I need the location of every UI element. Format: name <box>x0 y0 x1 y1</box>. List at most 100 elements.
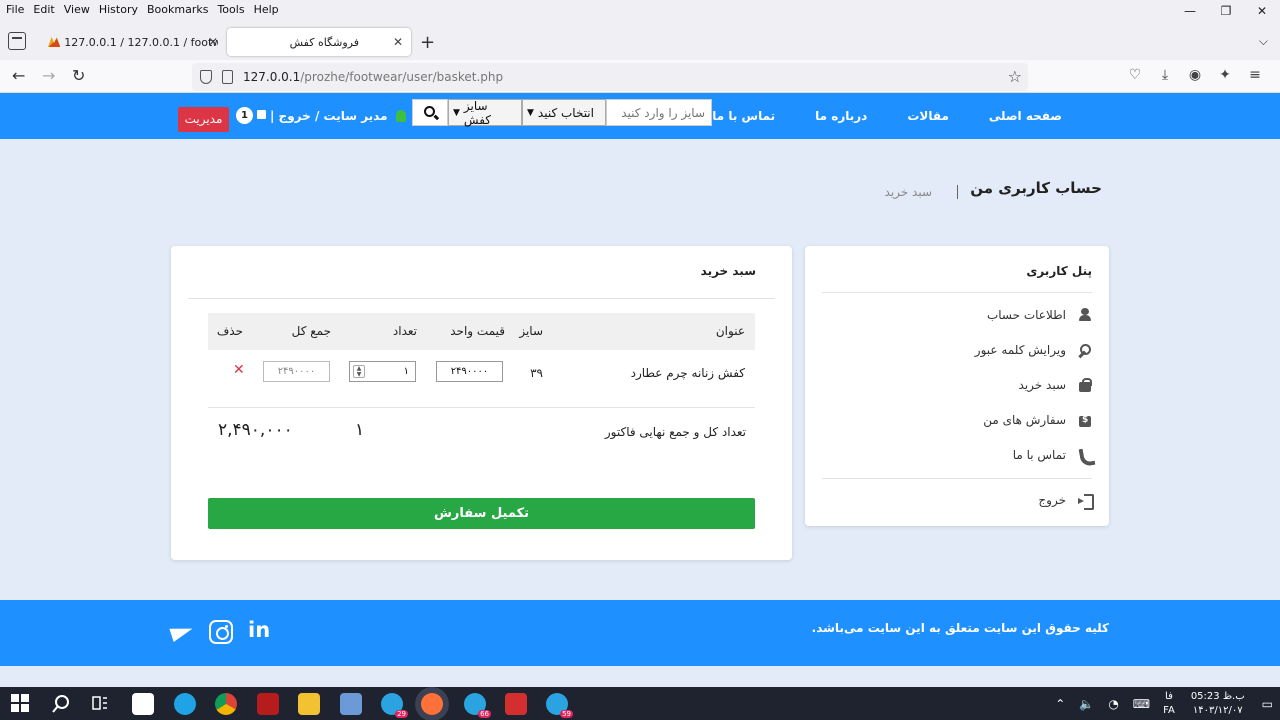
quantity-stepper[interactable]: ▲ ▼ ۱ <box>349 361 416 382</box>
windows-start-icon[interactable] <box>10 693 32 715</box>
delete-icon[interactable]: ✕ <box>233 362 245 378</box>
menu-bookmarks[interactable]: Bookmarks <box>147 3 208 16</box>
account-icon[interactable]: ◉ <box>1180 67 1210 83</box>
category-select-value: انتخاب کنید <box>537 105 594 120</box>
telegram-icon[interactable]: 59 <box>546 693 573 718</box>
shop-icon <box>1078 413 1092 427</box>
browser-toolbar: ♡ ⤓ ◉ ✦ ≡ <box>1120 67 1270 83</box>
search-button[interactable] <box>412 99 448 126</box>
telegram-icon[interactable]: 66 <box>464 693 491 718</box>
nav-contact[interactable]: تماس با ما <box>712 109 775 123</box>
sidebar-item-logout[interactable]: خروج <box>1038 493 1094 510</box>
user-icon <box>1078 308 1092 322</box>
menu-history[interactable]: History <box>99 3 138 16</box>
download-icon[interactable]: ⤓ <box>1150 67 1180 83</box>
tab-list-icon[interactable] <box>8 32 26 50</box>
notification-badge: 29 <box>395 710 408 718</box>
size-search-input[interactable] <box>606 99 712 126</box>
column-header-size: سایز <box>519 324 543 338</box>
forward-icon[interactable]: → <box>42 66 55 85</box>
nav-about[interactable]: درباره ما <box>815 109 867 123</box>
shield-icon[interactable] <box>200 70 212 84</box>
shoe-size-select-value: سایز کفش <box>463 98 492 127</box>
firefox-icon[interactable] <box>421 693 443 715</box>
sidebar-item-label: سبد خرید <box>1018 378 1066 392</box>
close-window-icon[interactable]: ✕ <box>1244 0 1280 24</box>
clock[interactable]: 05:23 ب.ظ ۱۴۰۳/۱۲/۰۷ <box>1191 690 1245 718</box>
acrobat-icon[interactable] <box>505 693 527 715</box>
breadcrumb-divider <box>957 185 958 199</box>
sidebar-item-orders[interactable]: سفارش های من <box>983 413 1092 427</box>
chevron-down-icon[interactable]: ⌵ <box>1259 34 1268 49</box>
user-box: 1 مدیر سایت / خروج | <box>236 107 406 124</box>
wifi-icon[interactable]: ◔ <box>1108 697 1118 711</box>
window-controls: — ❐ ✕ <box>1172 0 1280 24</box>
language-indicator[interactable]: فا FA <box>1163 690 1175 718</box>
navigation-bar: ← → ↻ 127.0.0.1/prozhe/footwear/user/bas… <box>0 60 1280 93</box>
cart-icon[interactable] <box>257 110 266 119</box>
stepper-arrows-icon[interactable]: ▲ ▼ <box>353 365 365 378</box>
url-bar[interactable]: 127.0.0.1/prozhe/footwear/user/basket.ph… <box>192 63 1028 91</box>
new-tab-icon[interactable]: + <box>420 32 435 53</box>
notifications-icon[interactable]: ▭ <box>1262 697 1273 711</box>
menu-file[interactable]: File <box>6 3 24 16</box>
tab-close-icon[interactable]: ✕ <box>208 35 218 49</box>
copyright-text: کلیه حقوق این سایت متعلق به این سایت می‌… <box>811 621 1109 635</box>
telegram-icon[interactable] <box>171 620 195 644</box>
menu-edit[interactable]: Edit <box>33 3 54 16</box>
instagram-icon[interactable] <box>209 620 233 644</box>
linkedin-icon[interactable] <box>247 618 271 644</box>
tab-title: 127.0.0.1 / 127.0.0.1 / footwear <box>64 35 218 49</box>
pocket-icon[interactable]: ♡ <box>1120 67 1150 83</box>
menu-tools[interactable]: Tools <box>217 3 244 16</box>
sidebar-item-basket[interactable]: سبد خرید <box>1019 378 1092 392</box>
divider <box>822 292 1092 293</box>
chevron-up-icon[interactable]: ⌃ <box>1055 697 1065 711</box>
nav-articles[interactable]: مقالات <box>907 109 949 123</box>
store-icon[interactable] <box>132 693 154 715</box>
notepad-icon[interactable] <box>340 693 362 715</box>
nav-home[interactable]: صفحه اصلی <box>989 109 1062 123</box>
user-panel: پنل کاربری اطلاعات حساب ویرایش کلمه عبور… <box>805 246 1109 526</box>
task-view-icon[interactable] <box>90 693 112 715</box>
cart-count-badge[interactable]: 1 <box>236 107 253 124</box>
shoe-size-select[interactable]: ▼ سایز کفش <box>448 98 522 127</box>
telegram-icon[interactable]: 29 <box>381 693 408 718</box>
app-icon[interactable] <box>257 693 279 715</box>
back-icon[interactable]: ← <box>12 66 25 85</box>
hamburger-menu-icon[interactable]: ≡ <box>1240 67 1270 83</box>
complete-order-button[interactable]: تکمیل سفارش <box>208 498 755 529</box>
sidebar-item-label: تماس با ما <box>1012 448 1066 462</box>
file-explorer-icon[interactable] <box>298 693 320 715</box>
table-header: عنوان سایز قیمت واحد تعداد جمع کل حذف <box>208 313 755 350</box>
restore-icon[interactable]: ❐ <box>1208 0 1244 24</box>
sidebar-item-change-password[interactable]: ویرایش کلمه عبور <box>975 343 1092 357</box>
tab-phpmyadmin[interactable]: 127.0.0.1 / 127.0.0.1 / footwear ✕ <box>40 28 226 56</box>
admin-button[interactable]: مدیریت <box>178 107 229 132</box>
speaker-icon[interactable]: 🔈 <box>1079 697 1094 711</box>
sidebar-item-account-info[interactable]: اطلاعات حساب <box>987 308 1092 322</box>
summary-total: ۲,۴۹۰,۰۰۰ <box>218 420 293 440</box>
url-text[interactable]: 127.0.0.1/prozhe/footwear/user/basket.ph… <box>243 70 503 84</box>
edge-icon[interactable] <box>174 693 196 715</box>
search-icon[interactable] <box>50 693 72 715</box>
column-header-total: جمع کل <box>291 324 331 338</box>
menu-help[interactable]: Help <box>254 3 279 16</box>
unit-price-field[interactable]: ۲۴۹۰۰۰۰ <box>436 361 503 382</box>
minimize-icon[interactable]: — <box>1172 0 1208 24</box>
chrome-icon[interactable] <box>215 693 237 715</box>
tab-shoe-store[interactable]: فروشگاه کفش ✕ <box>227 28 411 56</box>
reload-icon[interactable]: ↻ <box>72 66 85 85</box>
site-footer: کلیه حقوق این سایت متعلق به این سایت می‌… <box>0 600 1280 666</box>
user-logout-link[interactable]: مدیر سایت / خروج | <box>270 109 388 123</box>
sidebar-item-contact[interactable]: تماس با ما <box>1013 448 1092 462</box>
sidebar-item-label: اطلاعات حساب <box>986 308 1066 322</box>
extensions-icon[interactable]: ✦ <box>1210 67 1240 83</box>
logout-icon <box>1078 493 1094 510</box>
bookmark-star-icon[interactable]: ☆ <box>1008 67 1022 86</box>
bag-icon <box>1078 378 1092 392</box>
category-select[interactable]: ▼ انتخاب کنید <box>522 99 606 126</box>
tab-close-icon[interactable]: ✕ <box>393 35 403 49</box>
keyboard-icon[interactable]: ⌨ <box>1133 697 1150 711</box>
menu-view[interactable]: View <box>64 3 90 16</box>
